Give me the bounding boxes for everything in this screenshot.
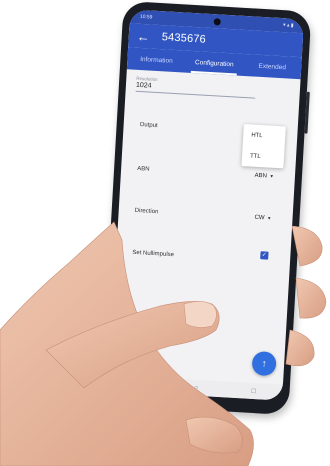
dropdown-option-ttl[interactable]: TTL [241,145,284,168]
nullimpulse-label: Set Nullimpulse [132,249,175,259]
nullimpulse-row[interactable]: Set Nullimpulse [132,250,280,265]
output-label: Output [139,122,158,130]
direction-caret-icon: ▾ [267,215,271,222]
side-button [304,91,310,134]
status-time: 10:59 [139,13,153,21]
smartphone: 10:59 ▾ ▴ ▮ ← 5435676 Information Config… [100,0,312,416]
abn-caret-icon: ▾ [270,173,274,180]
nav-back-icon[interactable]: ◁ [135,380,141,388]
abn-value: ABN [254,172,268,180]
back-arrow-icon[interactable]: ← [136,28,150,44]
direction-label: Direction [134,207,159,216]
abn-label: ABN [136,165,150,173]
direction-value: CW [254,214,265,222]
phone-screen: 10:59 ▾ ▴ ▮ ← 5435676 Information Config… [108,9,305,401]
system-nav-bar: ◁ ○ □ [108,374,283,401]
nav-home-icon[interactable]: ○ [194,384,199,391]
nullimpulse-checkbox[interactable]: ✓ [260,251,269,260]
direction-row[interactable]: Direction CW ▾ [135,208,283,223]
status-icons: ▾ ▴ ▮ [282,22,294,29]
output-dropdown-menu: HTL TTL [241,124,286,169]
nav-recent-icon[interactable]: □ [251,387,256,394]
app-title: 5435676 [161,31,207,46]
abn-row[interactable]: ABN ABN ▾ [137,166,285,181]
front-camera [214,17,222,26]
resolution-field[interactable]: Resolution 1024 [135,75,257,99]
photo-scene: 10:59 ▾ ▴ ▮ ← 5435676 Information Config… [0,0,330,466]
dropdown-option-htl[interactable]: HTL [243,124,286,147]
configuration-form: Resolution 1024 Output ABN ABN ▾ Directi… [110,69,301,379]
